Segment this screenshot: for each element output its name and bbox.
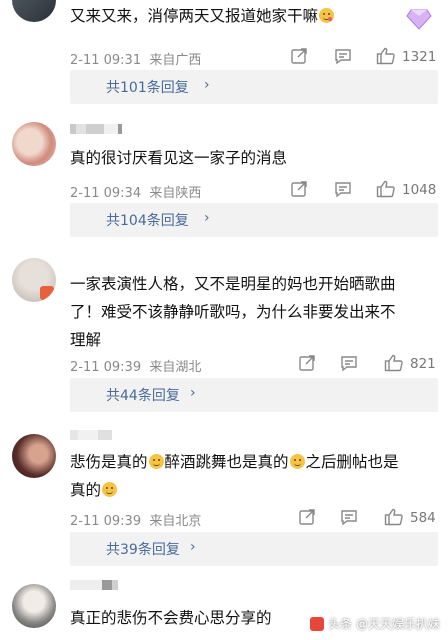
location: 来自北京 [149, 514, 202, 529]
yummy-emoji-icon [319, 8, 335, 23]
smile-emoji-icon [148, 454, 164, 469]
like-count: 1048 [402, 182, 437, 198]
like-thumb-icon[interactable] [384, 508, 404, 530]
toutiao-logo-icon [310, 616, 325, 631]
share-icon[interactable] [298, 354, 316, 376]
share-icon[interactable] [298, 508, 316, 530]
timestamp: 2-11 09:39 [70, 360, 142, 375]
comment-text: 又来又来，消停两天又报道她家干嘛 [70, 2, 438, 30]
location: 来自湖北 [149, 360, 202, 375]
location: 来自陕西 [149, 186, 202, 201]
chevron-right-icon: › [190, 385, 196, 401]
like-count: 584 [410, 510, 436, 526]
timestamp: 2-11 09:31 [70, 53, 142, 68]
replies-link[interactable]: 共101条回复 › [70, 70, 438, 104]
avatar[interactable] [12, 0, 56, 22]
comment-meta: 2-11 09:39 来自湖北 821 [70, 354, 438, 376]
username-blurred[interactable] [70, 430, 160, 442]
gem-sticker-icon [406, 8, 432, 39]
like-count: 821 [410, 356, 436, 372]
comment-meta: 2-11 09:31 来自广西 1321 [70, 47, 438, 69]
comment-meta: 2-11 09:34 来自陕西 1048 [70, 180, 438, 202]
chevron-right-icon: › [204, 210, 210, 226]
avatar[interactable] [12, 584, 56, 628]
comment-icon[interactable] [334, 47, 352, 69]
username-blurred[interactable] [70, 124, 160, 136]
share-icon[interactable] [290, 47, 308, 69]
avatar[interactable] [12, 434, 56, 478]
timestamp: 2-11 09:39 [70, 514, 142, 529]
watermark: 头条 @天天娱乐扒妹 [310, 615, 440, 632]
replies-link[interactable]: 共44条回复 › [70, 378, 438, 412]
like-thumb-icon[interactable] [376, 47, 396, 69]
avatar[interactable] [12, 122, 56, 166]
like-count: 1321 [402, 49, 437, 65]
replies-link[interactable]: 共39条回复 › [70, 532, 438, 566]
like-thumb-icon[interactable] [384, 354, 404, 376]
comment-icon[interactable] [340, 508, 358, 530]
like-thumb-icon[interactable] [376, 180, 396, 202]
smile-emoji-icon [102, 482, 118, 497]
chevron-right-icon: › [204, 77, 210, 93]
location: 来自广西 [149, 53, 202, 68]
share-icon[interactable] [290, 180, 308, 202]
comment-icon[interactable] [334, 180, 352, 202]
timestamp: 2-11 09:34 [70, 186, 142, 201]
comment-text: 悲伤是真的 醉酒跳舞也是真的 之后删帖也是 真的 [70, 453, 399, 499]
avatar[interactable] [12, 258, 56, 302]
replies-link[interactable]: 共104条回复 › [70, 203, 438, 237]
comment-text: 真的很讨厌看见这一家子的消息 [70, 149, 288, 167]
comment-text: 一家表演性人格，又不是明星的妈也开始晒歌曲 了！难受不该静静听歌吗，为什么非要发… [70, 275, 396, 349]
comment-icon[interactable] [340, 354, 358, 376]
username-blurred[interactable] [70, 580, 160, 592]
comment-meta: 2-11 09:39 来自北京 584 [70, 508, 438, 530]
badge-icon [40, 286, 54, 300]
chevron-right-icon: › [190, 539, 196, 555]
smile-emoji-icon [289, 454, 305, 469]
